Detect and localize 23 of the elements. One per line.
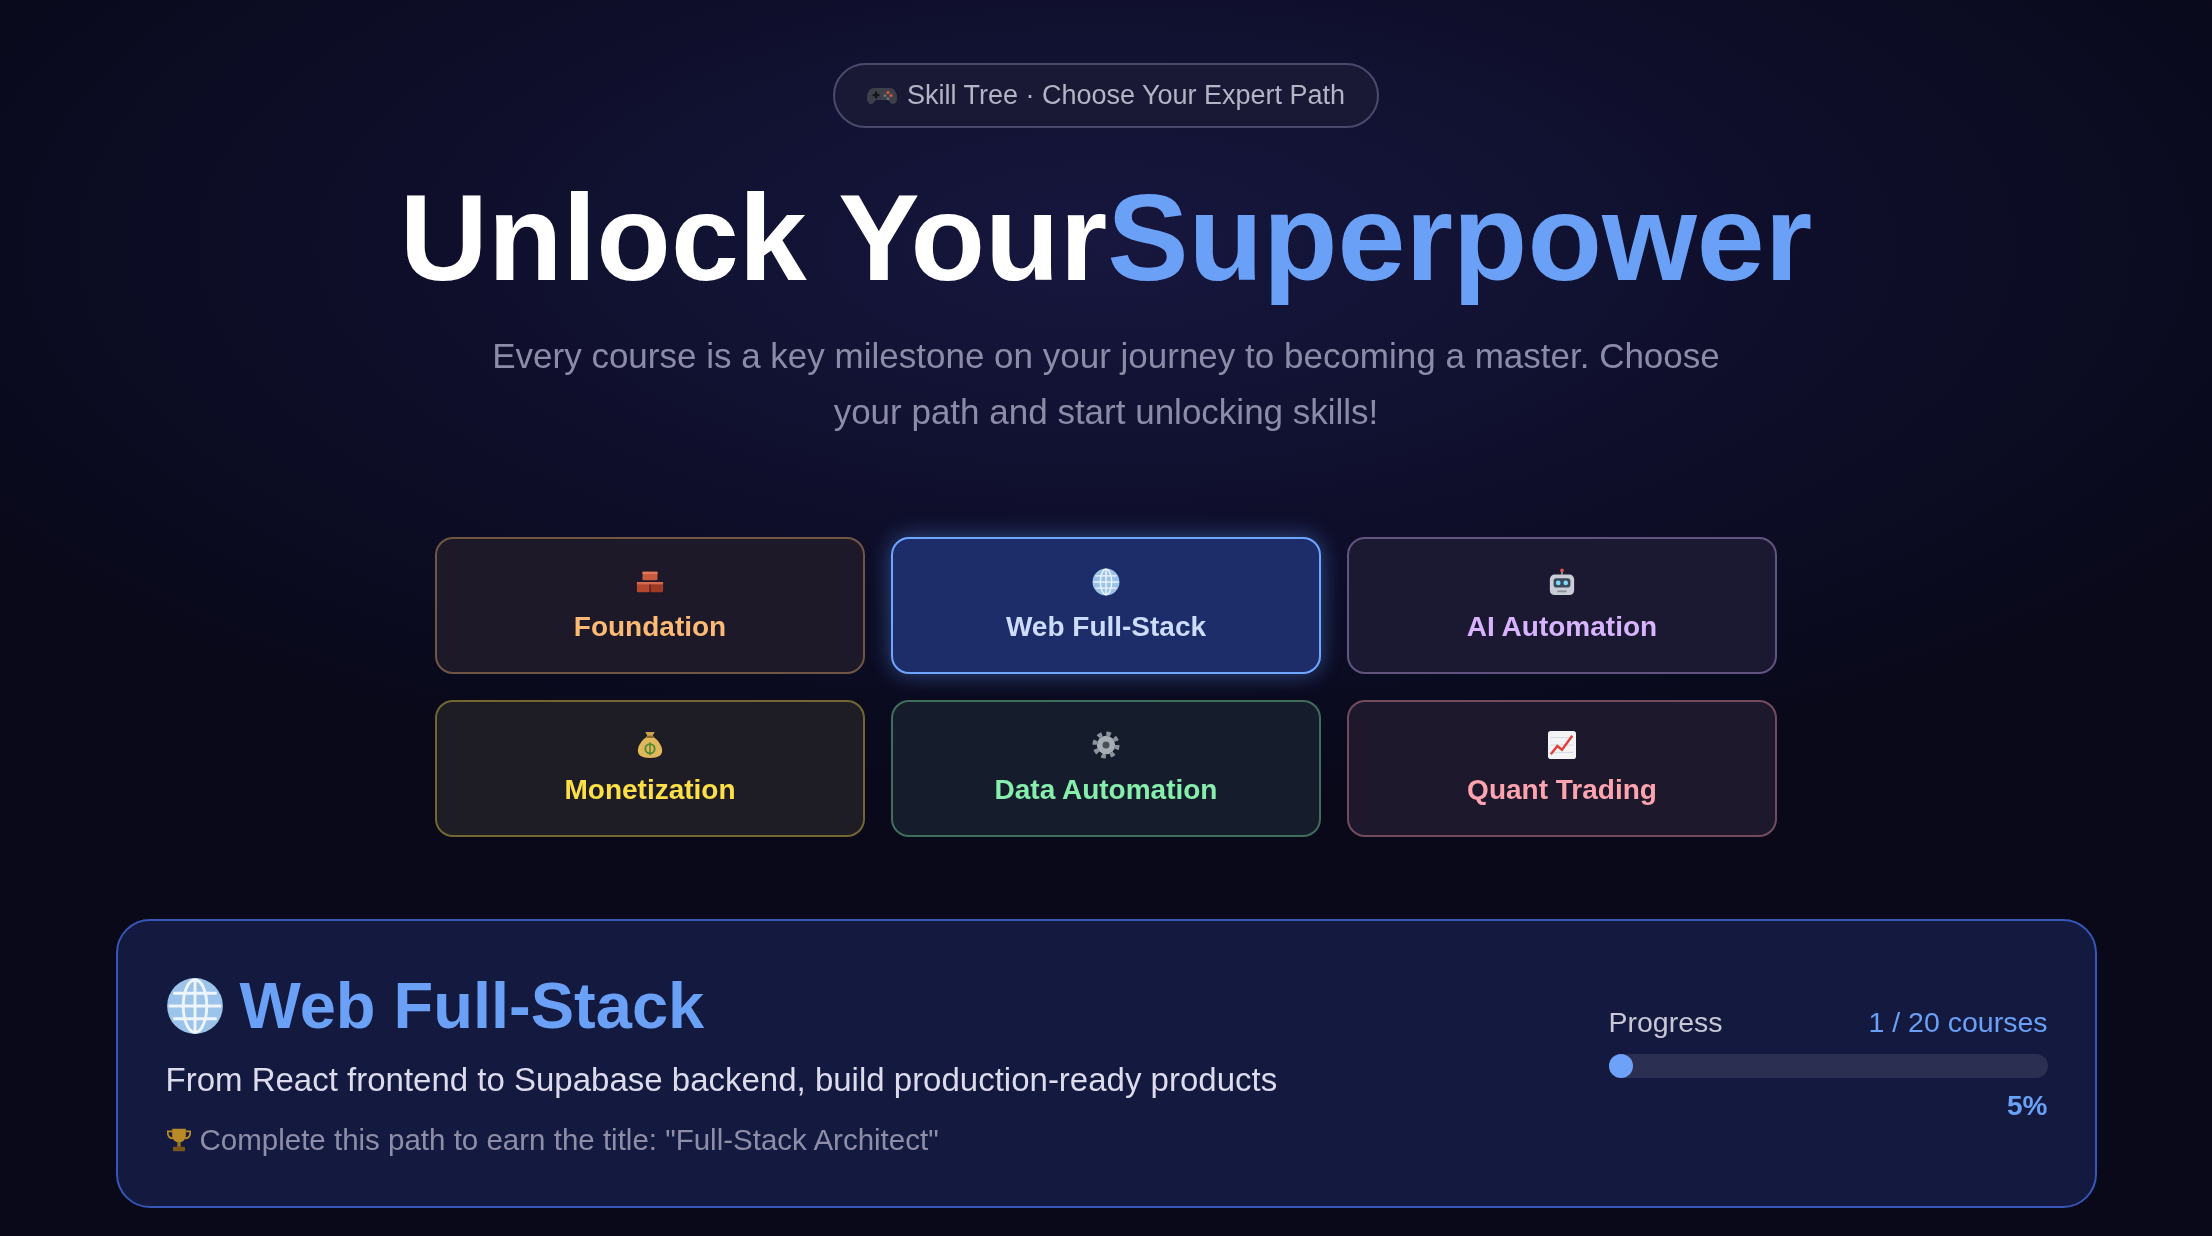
gear-icon xyxy=(1092,730,1120,759)
chart-up-icon xyxy=(1548,730,1576,759)
path-card[interactable]: Quant Trading xyxy=(1347,700,1777,837)
progress-label: Progress xyxy=(1608,1004,1723,1040)
gamepad-icon xyxy=(866,86,897,105)
path-card[interactable]: Web Full-Stack xyxy=(891,537,1321,674)
path-title: Web Full-Stack xyxy=(239,969,705,1042)
progress-count: 1 / 20 courses xyxy=(1868,1004,2048,1040)
progress-percent: 5% xyxy=(2007,1088,2048,1123)
path-description: From React frontend to Supabase backend, build production-ready products xyxy=(165,1059,1278,1100)
hero-subtitle: Every course is a key milestone on your journey to becoming a master. Choose your path and start unlocking skills! xyxy=(491,335,1721,433)
path-card[interactable]: Monetization xyxy=(435,700,865,837)
path-card[interactable]: AI Automation xyxy=(1347,537,1777,674)
path-card[interactable]: Foundation xyxy=(435,537,865,674)
globe-icon xyxy=(1092,567,1120,596)
badge-text: Skill Tree · Choose Your Expert Path xyxy=(906,80,1346,111)
hero-title: Unlock Your xyxy=(399,174,1108,302)
globe-icon xyxy=(165,976,224,1035)
money-bag-icon xyxy=(636,730,664,759)
trophy-icon xyxy=(165,1127,192,1152)
path-card[interactable]: Data Automation xyxy=(891,700,1321,837)
achievement-text: Complete this path to earn the title: "Full-Stack Architect" xyxy=(199,1121,939,1158)
robot-icon xyxy=(1548,567,1576,596)
